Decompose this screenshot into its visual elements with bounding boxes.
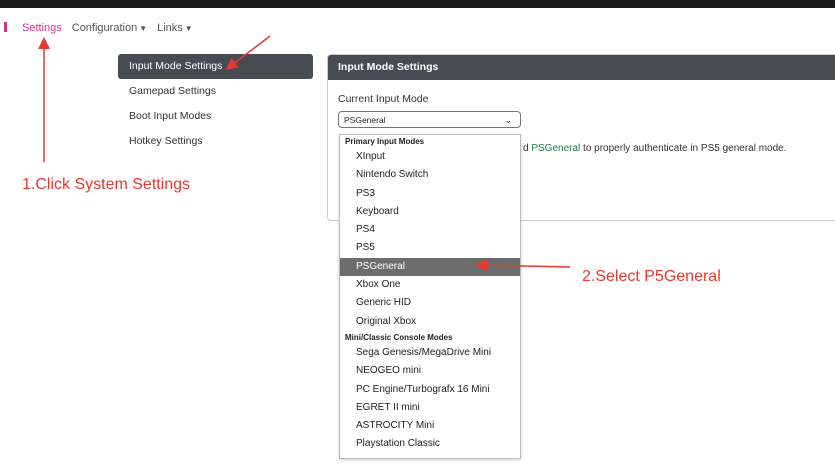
arrow-to-input-mode [225, 35, 271, 70]
arrow-to-psgeneral [475, 259, 571, 272]
annotation-step2: 2.Select P5General [582, 268, 721, 285]
annotation-arrows [38, 35, 571, 272]
annotation-step1: 1.Click System Settings [22, 176, 191, 193]
